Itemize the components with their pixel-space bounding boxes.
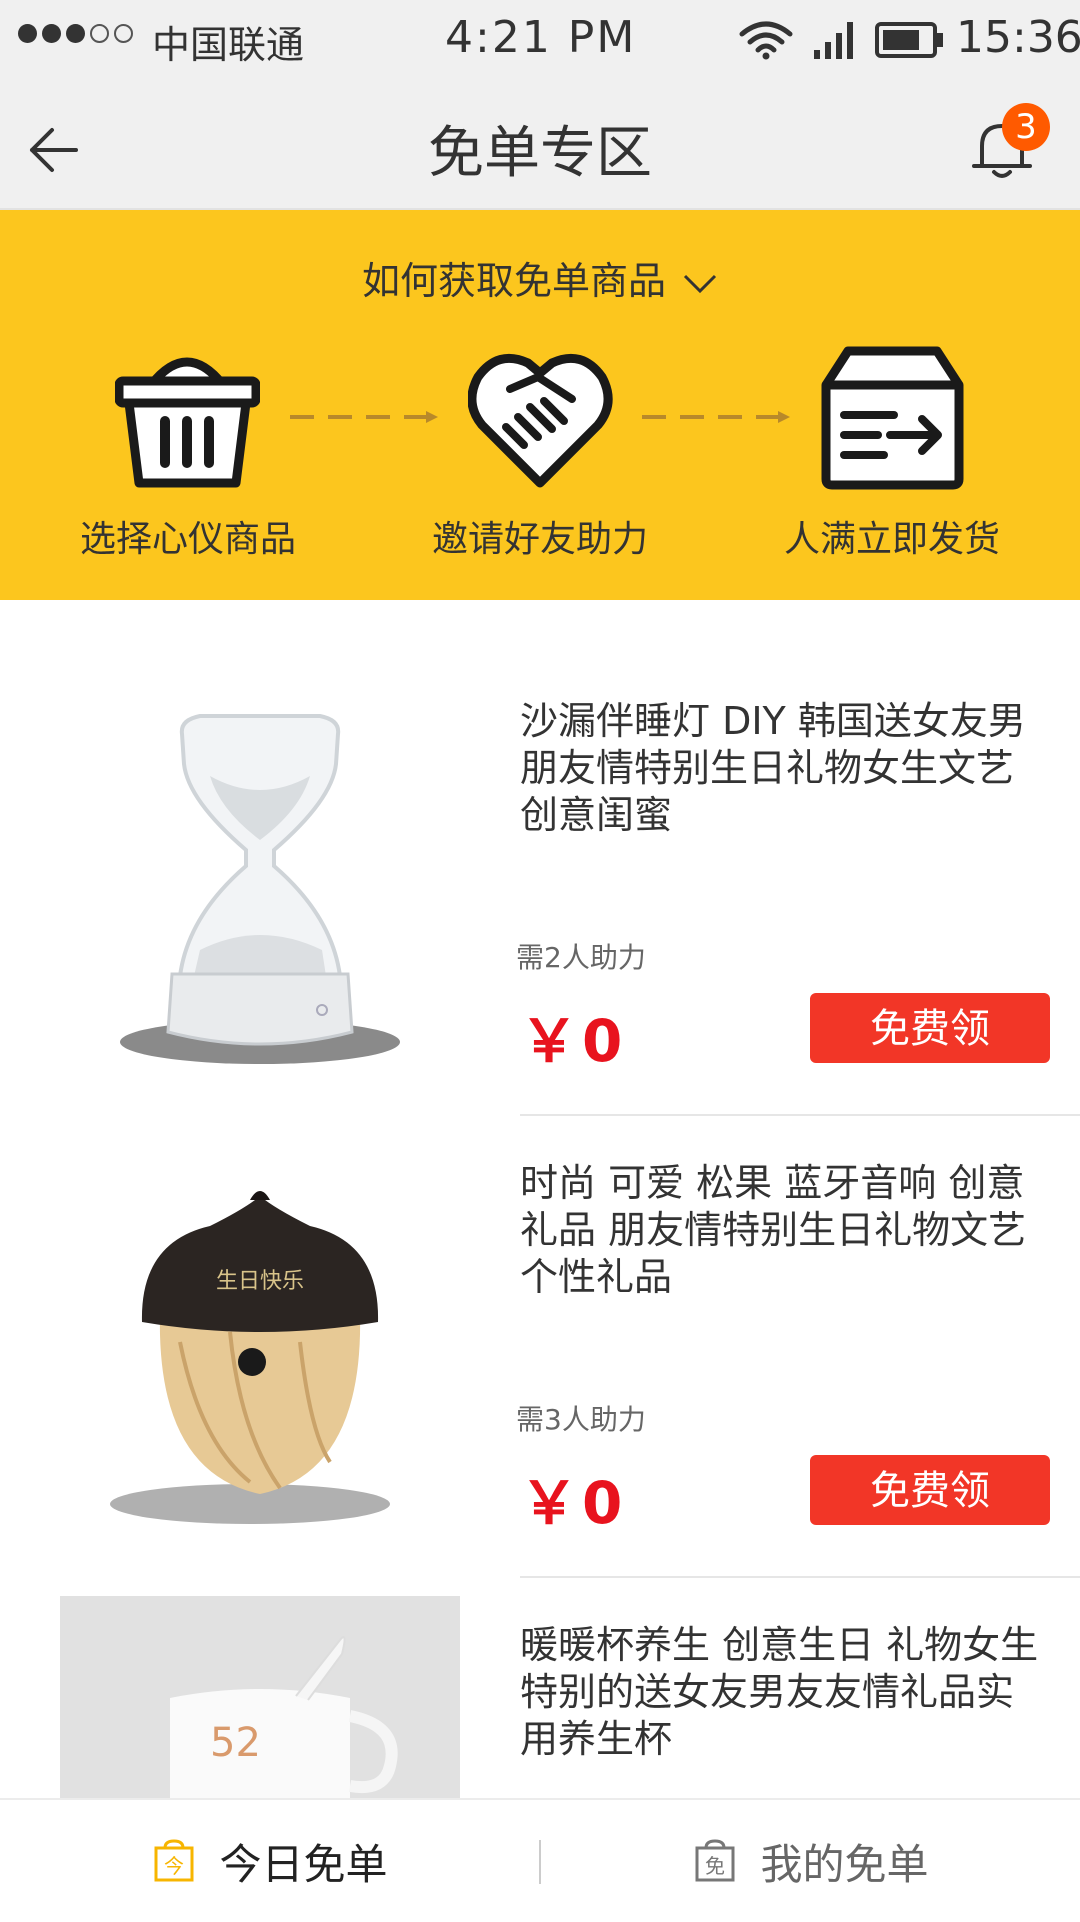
tab-label: 今日免单 [219, 1839, 388, 1889]
how-to-toggle[interactable]: 如何获取免单商品 [0, 250, 1080, 305]
product-price: ￥0 [520, 1469, 627, 1537]
tab-today-free[interactable]: 今 今日免单 [0, 1800, 539, 1922]
product-title[interactable]: 暖暖杯养生 创意生日 礼物女生特别的送女友男友友情礼品实用养生杯 [520, 1622, 1040, 1763]
basket-icon [115, 357, 260, 488]
my-free-icon: 免 [695, 1839, 735, 1882]
dashed-arrow-icon [642, 411, 790, 423]
helpers-needed: 需3人助力 [516, 1403, 646, 1436]
product-title[interactable]: 沙漏伴睡灯 DIY 韩国送女友男朋友情特别生日礼物女生文艺创意闺蜜 [520, 698, 1040, 839]
notification-badge: 3 [1002, 103, 1050, 151]
signal-strength-icon [18, 24, 133, 43]
how-to-label: 如何获取免单商品 [361, 259, 666, 303]
product-item[interactable]: 生日快乐 时尚 可爱 松果 蓝牙音响 创意礼品 朋友情特别生日礼物文艺个性礼品 … [0, 1122, 1080, 1582]
acorn-speaker-image: 生日快乐 [110, 1191, 390, 1524]
step-label: 人满立即发货 [783, 519, 1000, 560]
bottom-tab-bar: 今 今日免单 免 我的免单 [0, 1798, 1080, 1922]
today-free-icon: 今 [154, 1839, 194, 1882]
divider [520, 1576, 1080, 1578]
tab-label: 我的免单 [760, 1839, 929, 1889]
product-title[interactable]: 时尚 可爱 松果 蓝牙音响 创意礼品 朋友情特别生日礼物文艺个性礼品 [520, 1160, 1040, 1301]
nav-bar: 免单专区 [0, 80, 1080, 210]
claim-free-button[interactable]: 免费领 [810, 993, 1050, 1063]
handshake-heart-icon [468, 353, 613, 488]
chevron-down-icon [683, 274, 717, 293]
carrier-name: 中国联通 [152, 23, 305, 67]
wifi-icon [739, 21, 793, 60]
cup-image: 52 [60, 1596, 460, 1798]
page-title: 免单专区 [428, 121, 652, 186]
helpers-needed: 需2人助力 [516, 941, 646, 974]
svg-text:今: 今 [164, 1854, 184, 1878]
hourglass-lamp-image [120, 714, 400, 1064]
divider [520, 1114, 1080, 1116]
status-time: 4:21 PM [445, 12, 637, 63]
product-item[interactable]: 沙漏伴睡灯 DIY 韩国送女友男朋友情特别生日礼物女生文艺创意闺蜜 需2人助力 … [0, 660, 1080, 1120]
step-label: 选择心仪商品 [79, 519, 296, 560]
dashed-arrow-icon [290, 411, 438, 423]
speaker-engraving: 生日快乐 [216, 1269, 304, 1294]
cellular-signal-icon [814, 22, 853, 59]
tab-my-free[interactable]: 免 我的免单 [541, 1800, 1080, 1922]
how-to-banner: 如何获取免单商品 选择心仪商品 邀请好友助力 人满立即发货 [0, 210, 1080, 600]
product-item[interactable]: 52 暖暖杯养生 创意生日 礼物女生特别的送女友男友友情礼品实用养生杯 [0, 1584, 1080, 1798]
cup-print: 52 [210, 1720, 261, 1766]
shipping-box-icon [821, 346, 964, 490]
product-price: ￥0 [520, 1007, 627, 1075]
svg-text:免: 免 [705, 1854, 725, 1878]
claim-free-button[interactable]: 免费领 [810, 1455, 1050, 1525]
step-label: 邀请好友助力 [431, 519, 648, 560]
status-clock: 15:36 [956, 12, 1080, 63]
status-bar: 中国联通 4:21 PM 15:36 [0, 0, 1080, 80]
battery-icon [875, 22, 943, 58]
